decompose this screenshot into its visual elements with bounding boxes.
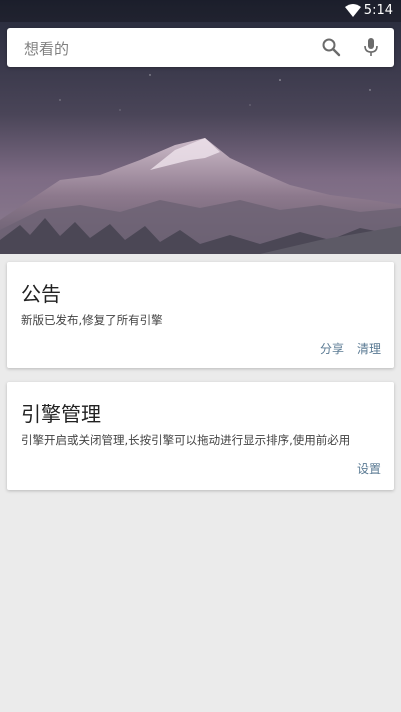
wifi-icon <box>345 4 361 17</box>
mic-icon[interactable] <box>362 37 380 57</box>
search-icon[interactable] <box>321 37 341 57</box>
share-button[interactable]: 分享 <box>320 340 344 357</box>
search-bar[interactable]: 想看的 <box>7 28 394 67</box>
search-input[interactable]: 想看的 <box>24 38 69 59</box>
engine-text: 引擎开启或关闭管理,长按引擎可以拖动进行显示排序,使用前必用 <box>21 433 351 447</box>
notice-text: 新版已发布,修复了所有引擎 <box>21 313 163 327</box>
notice-card: 公告 新版已发布,修复了所有引擎 分享 清理 <box>7 262 394 368</box>
status-time: 5:14 <box>363 3 393 18</box>
engine-title: 引擎管理 <box>21 402 101 426</box>
notice-title: 公告 <box>21 282 61 306</box>
clear-button[interactable]: 清理 <box>357 340 381 357</box>
settings-button[interactable]: 设置 <box>357 460 381 477</box>
engine-management-card: 引擎管理 引擎开启或关闭管理,长按引擎可以拖动进行显示排序,使用前必用 设置 <box>7 382 394 490</box>
status-bar: 5:14 <box>0 0 401 22</box>
